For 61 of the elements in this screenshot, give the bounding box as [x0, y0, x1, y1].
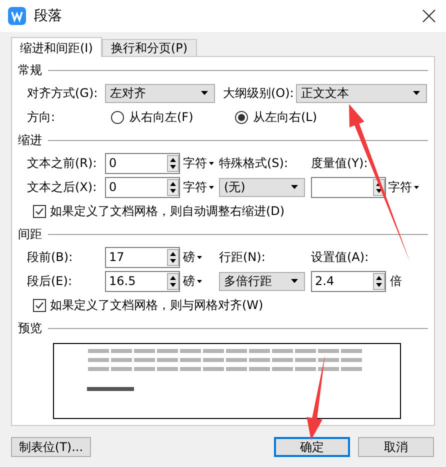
section-heading: 常规: [18, 62, 42, 78]
field-label: 方向:: [27, 108, 56, 126]
radio-label: 从左向右(L): [253, 108, 318, 126]
caret-icon: [291, 185, 298, 189]
radio-button[interactable]: [235, 110, 248, 124]
caret-icon: [201, 91, 208, 95]
button[interactable]: 取消: [358, 437, 434, 457]
section-heading: 预览: [18, 320, 42, 336]
unit-dropdown[interactable]: 字符: [388, 178, 419, 196]
checkbox-label: 如果定义了文档网格，则自动调整右缩进(D): [50, 202, 285, 220]
field-label: 度量值(Y):: [311, 154, 368, 172]
field-label: 文本之后(X):: [27, 178, 98, 196]
caret-icon: [197, 280, 202, 282]
tab[interactable]: 缩进和间距(I): [11, 37, 102, 57]
spin-buttons-icon[interactable]: [373, 272, 385, 290]
checkbox[interactable]: [33, 204, 46, 218]
spin-buttons-icon[interactable]: [167, 248, 179, 266]
close-icon[interactable]: [422, 9, 436, 23]
caret-icon: [197, 256, 202, 258]
spin-buttons-icon[interactable]: [167, 178, 179, 196]
outline-level-dropdown[interactable]: 正文文本: [296, 84, 427, 102]
radio-label: 从右向左(F): [129, 108, 194, 126]
spin-buttons-icon[interactable]: [167, 272, 179, 290]
unit-label: 倍: [390, 272, 402, 290]
section-heading: 间距: [18, 226, 42, 242]
button[interactable]: 确定: [274, 437, 350, 457]
checkbox-label: 如果定义了文档网格，则与网格对齐(W): [50, 296, 264, 314]
caret-icon: [413, 91, 420, 95]
field-label: 段后(E):: [27, 272, 73, 290]
special-format-dropdown[interactable]: (无): [219, 178, 305, 196]
button[interactable]: 制表位(T)...: [11, 437, 91, 457]
window-title: 段落: [34, 7, 63, 25]
field-label: 特殊格式(S):: [219, 154, 290, 172]
number-field[interactable]: 0: [105, 152, 180, 174]
unit-dropdown[interactable]: 磅: [183, 272, 219, 290]
number-field[interactable]: 0: [105, 176, 180, 198]
field-label: 段前(B):: [27, 248, 74, 266]
field-label: 文本之前(R):: [27, 154, 98, 172]
caret-icon: [209, 162, 214, 164]
number-field[interactable]: 17: [105, 246, 180, 268]
spin-buttons-icon[interactable]: [167, 154, 179, 172]
caret-icon: [209, 186, 214, 188]
field-label: 设置值(A):: [311, 248, 369, 266]
section-heading: 缩进: [18, 132, 42, 148]
unit-dropdown[interactable]: 字符: [183, 154, 219, 172]
unit-dropdown[interactable]: 磅: [183, 248, 219, 266]
unit-dropdown[interactable]: 字符: [183, 178, 219, 196]
number-field[interactable]: 2.4: [311, 270, 386, 292]
field-label: 大纲级别(O):: [223, 84, 295, 102]
field-label: 行距(N):: [219, 248, 266, 266]
app-logo-icon: [8, 7, 26, 25]
tab[interactable]: 换行和分页(P): [102, 39, 197, 56]
caret-icon: [414, 186, 419, 188]
radio-button[interactable]: [111, 110, 124, 124]
line-spacing-dropdown[interactable]: 多倍行距: [219, 272, 305, 290]
number-field[interactable]: [311, 176, 386, 198]
alignment-dropdown[interactable]: 左对齐: [105, 84, 215, 102]
checkbox[interactable]: [33, 298, 46, 312]
caret-icon: [291, 279, 298, 283]
field-label: 对齐方式(G):: [27, 84, 99, 102]
number-field[interactable]: 16.5: [105, 270, 180, 292]
